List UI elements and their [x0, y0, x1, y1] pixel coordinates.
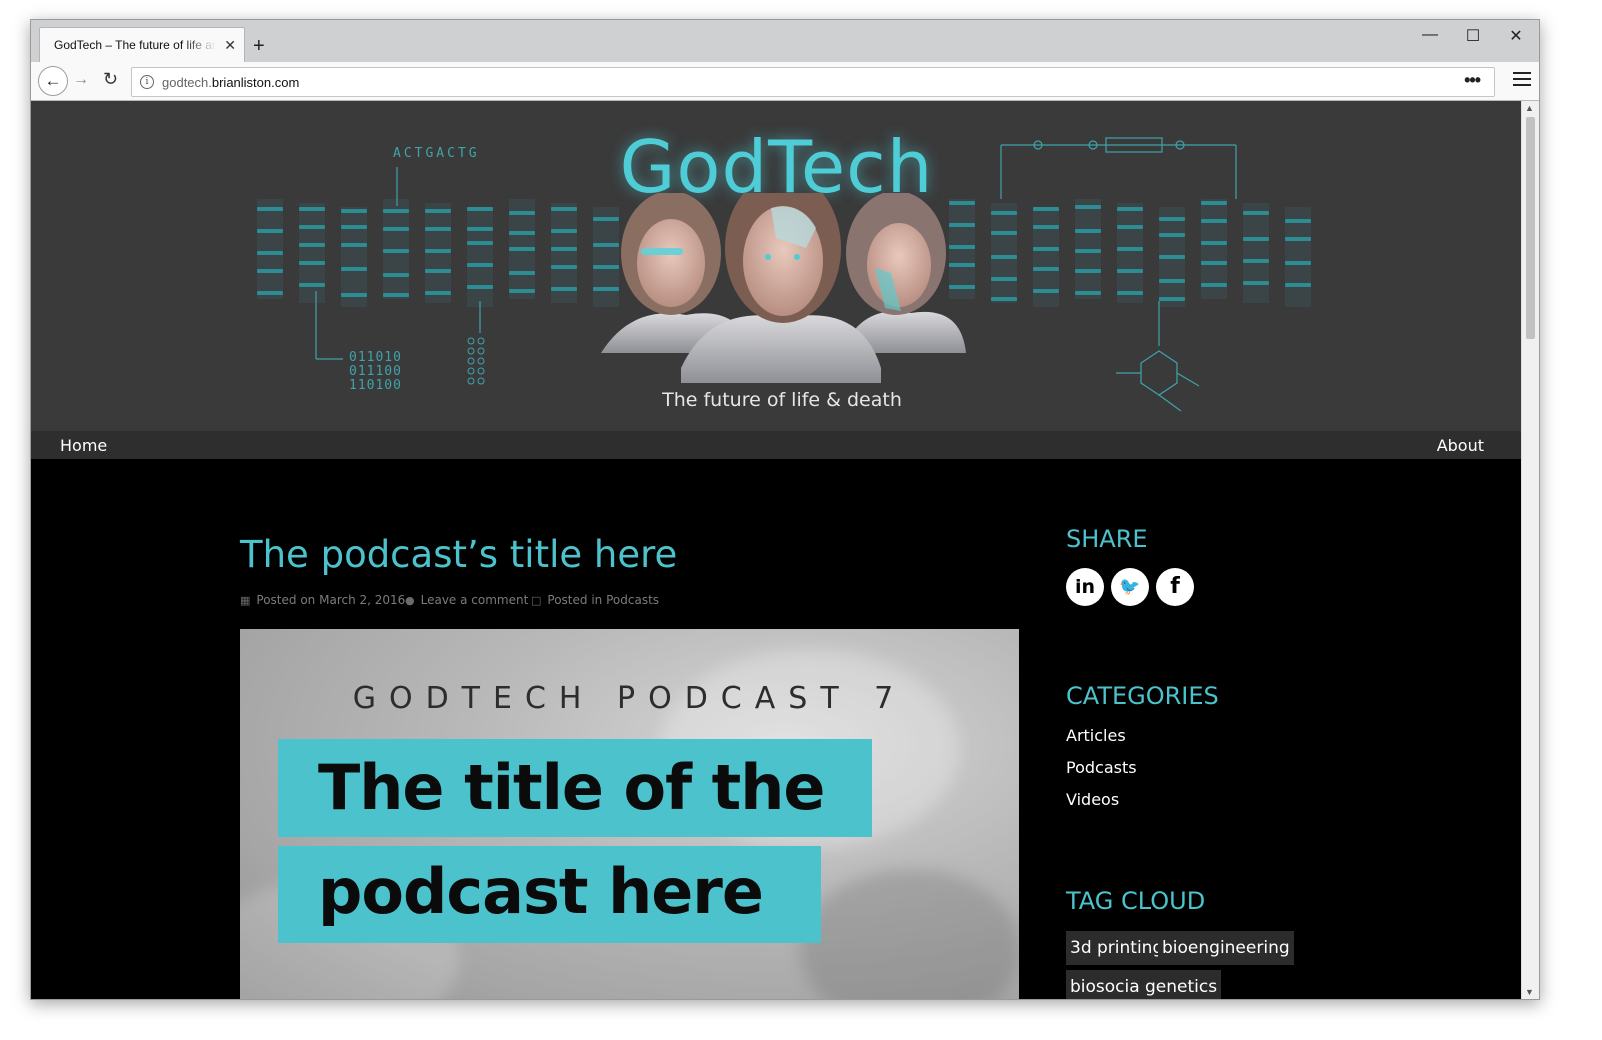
- post-category: □ Posted in Podcasts: [531, 593, 659, 607]
- calendar-icon: ▦: [240, 594, 251, 607]
- minimize-button[interactable]: —: [1415, 26, 1445, 44]
- nav-home-link[interactable]: Home: [60, 436, 107, 455]
- post-category-link[interactable]: Podcasts: [606, 593, 659, 607]
- featured-title-line: podcast here: [318, 855, 764, 928]
- share-heading: SHARE: [1066, 525, 1148, 553]
- browser-tab[interactable]: GodTech – The future of life and death ✕: [39, 27, 245, 64]
- url-domain: brianliston.com: [211, 75, 300, 90]
- folder-icon: □: [531, 594, 542, 607]
- forward-button[interactable]: →: [73, 71, 89, 89]
- page-actions-icon[interactable]: •••: [1464, 70, 1481, 91]
- arrow-left-icon: ←: [44, 71, 62, 90]
- back-button[interactable]: ←: [38, 66, 68, 96]
- page-viewport: ACTGACTG 011010 011100 110100 GodTech Th…: [31, 101, 1522, 999]
- linkedin-icon[interactable]: in: [1066, 568, 1104, 606]
- category-link-podcasts[interactable]: Podcasts: [1066, 758, 1137, 777]
- post-title[interactable]: The podcast’s title here: [240, 533, 677, 576]
- post-date-link[interactable]: March 2, 2016: [319, 593, 405, 607]
- tab-close-icon[interactable]: ✕: [224, 37, 236, 54]
- vertical-scrollbar[interactable]: ▲ ▼: [1521, 101, 1539, 999]
- post-comments: ● Leave a comment: [405, 593, 528, 607]
- address-bar[interactable]: i godtech.brianliston.com •••: [131, 67, 1495, 97]
- tag-cloud-heading: TAG CLOUD: [1066, 887, 1206, 915]
- posted-on-label: Posted on: [256, 593, 316, 607]
- scroll-up-icon[interactable]: ▲: [1525, 103, 1534, 113]
- url-subdomain: godtech.: [162, 75, 212, 90]
- featured-image[interactable]: GODTECH PODCAST 7 The title of the podca…: [240, 629, 1019, 999]
- category-link-videos[interactable]: Videos: [1066, 790, 1119, 809]
- comment-icon: ●: [405, 594, 415, 607]
- categories-heading: CATEGORIES: [1066, 682, 1219, 710]
- tag-3d-printing[interactable]: 3d printing: [1066, 931, 1168, 965]
- tag-biosocial[interactable]: biosocial: [1066, 970, 1149, 999]
- url-text[interactable]: godtech.brianliston.com: [162, 75, 299, 90]
- header-illustration: [601, 193, 966, 383]
- featured-title-line: The title of the: [318, 751, 825, 824]
- close-window-button[interactable]: ✕: [1501, 26, 1531, 46]
- twitter-icon[interactable]: 🐦: [1111, 568, 1149, 606]
- tag-bioengineering[interactable]: bioengineering: [1158, 931, 1294, 965]
- facebook-icon[interactable]: f: [1156, 568, 1194, 606]
- category-link-articles[interactable]: Articles: [1066, 726, 1126, 745]
- scroll-down-icon[interactable]: ▼: [1525, 987, 1534, 997]
- site-tagline: The future of life & death: [662, 389, 902, 411]
- new-tab-button[interactable]: +: [253, 36, 265, 56]
- leave-comment-link[interactable]: Leave a comment: [421, 593, 529, 607]
- maximize-button[interactable]: ☐: [1458, 26, 1488, 46]
- nav-about-link[interactable]: About: [1437, 436, 1484, 455]
- featured-kicker: GODTECH PODCAST 7: [352, 681, 907, 716]
- post-date: ▦ Posted on March 2, 2016: [240, 593, 405, 607]
- tag-genetics[interactable]: genetics: [1141, 970, 1222, 999]
- browser-window: GodTech – The future of life and death ✕…: [30, 19, 1540, 1000]
- reload-button[interactable]: ↻: [103, 69, 118, 90]
- site-header: ACTGACTG 011010 011100 110100 GodTech Th…: [31, 101, 1522, 431]
- hamburger-menu-icon[interactable]: [1513, 68, 1531, 90]
- tab-title: GodTech – The future of life and death: [54, 38, 216, 52]
- browser-toolbar: ← → ↻ i godtech.brianliston.com •••: [31, 62, 1539, 101]
- site-navigation: Home About: [31, 431, 1522, 459]
- info-icon[interactable]: i: [140, 75, 154, 89]
- posted-in-label: Posted in: [547, 593, 603, 607]
- tab-bar: GodTech – The future of life and death ✕…: [31, 20, 1539, 64]
- scrollbar-thumb[interactable]: [1526, 117, 1535, 339]
